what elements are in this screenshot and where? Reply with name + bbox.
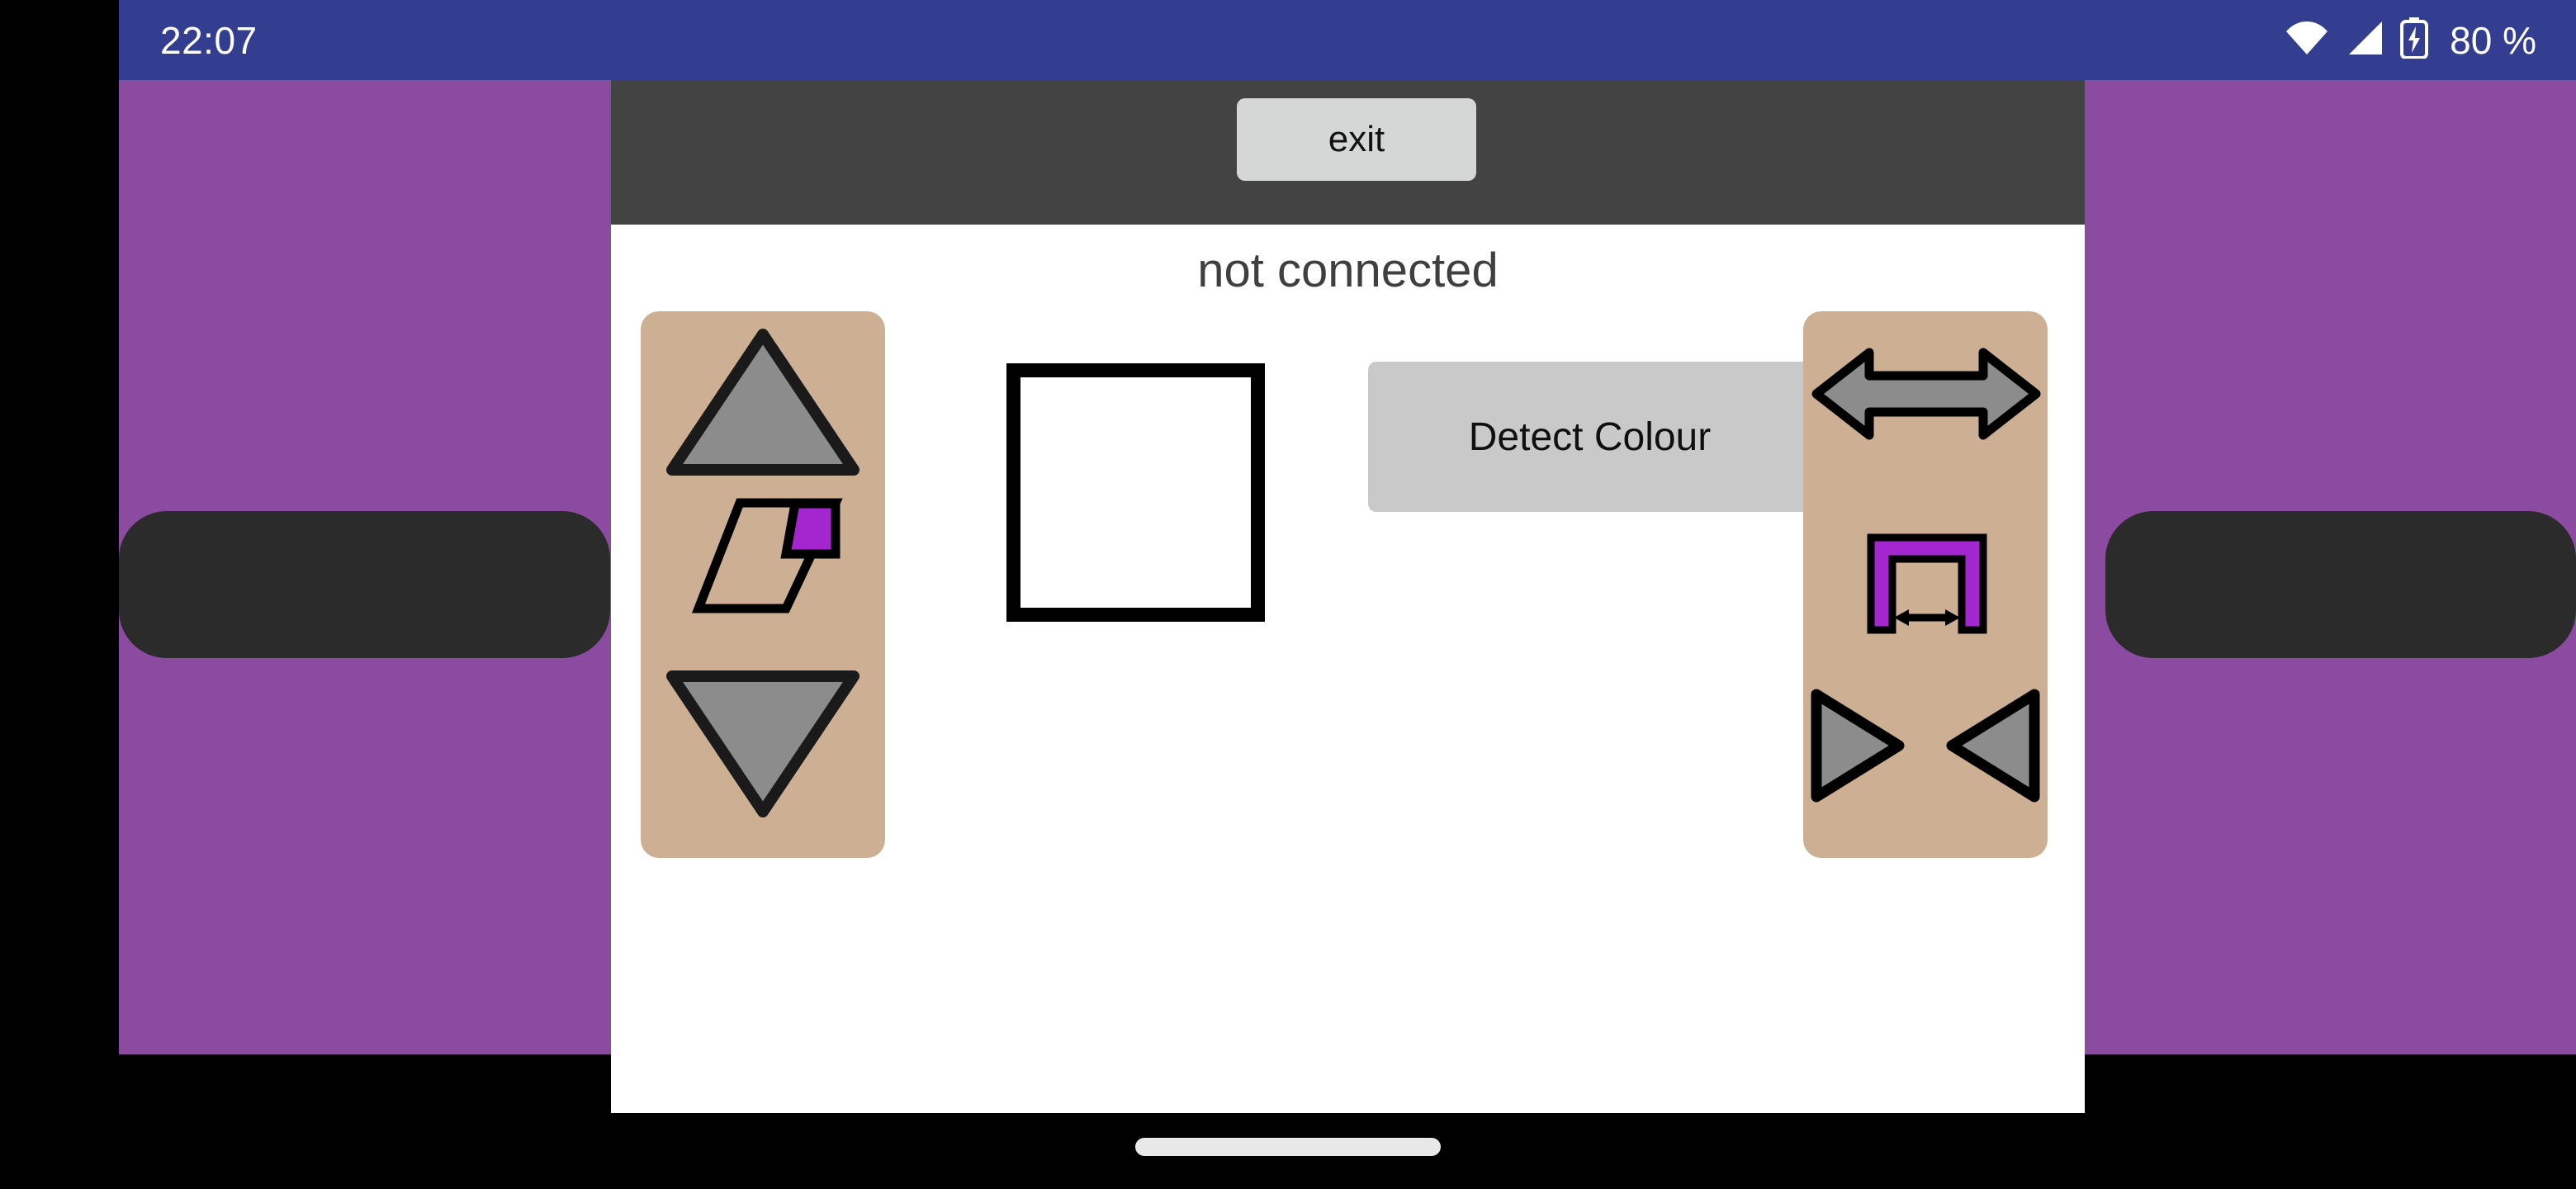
width-adjust-button[interactable] bbox=[1866, 533, 1988, 639]
exit-button[interactable]: exit bbox=[1237, 98, 1476, 181]
battery-percentage-label: 80 % bbox=[2450, 18, 2536, 62]
connection-status-label: not connected bbox=[1197, 244, 1499, 297]
gesture-navigation-bar bbox=[0, 1113, 2576, 1189]
app-toolbar: exit bbox=[611, 80, 2085, 225]
wallpaper-widget-left[interactable] bbox=[119, 511, 610, 658]
vertical-movement-panel bbox=[641, 311, 885, 858]
app-window: exit not connected Detect Colour bbox=[611, 80, 2085, 1114]
tilt-adjust-button[interactable] bbox=[690, 496, 847, 619]
detect-colour-button[interactable]: Detect Colour bbox=[1368, 362, 1811, 512]
move-up-button[interactable] bbox=[659, 320, 867, 489]
wallpaper-widget-right[interactable] bbox=[2105, 511, 2576, 658]
device-screen: 22:07 80 % exit not connected Detect Col… bbox=[0, 0, 2576, 1189]
gesture-home-pill[interactable] bbox=[1135, 1138, 1441, 1156]
battery-charging-icon bbox=[2400, 17, 2429, 63]
cellular-signal-icon bbox=[2346, 21, 2384, 59]
status-clock: 22:07 bbox=[160, 18, 258, 62]
wifi-icon bbox=[2285, 21, 2329, 59]
spread-button[interactable] bbox=[1808, 341, 2044, 451]
status-indicators: 80 % bbox=[2285, 17, 2536, 63]
rotate-right-button[interactable] bbox=[1805, 683, 1912, 812]
status-bar: 22:07 80 % bbox=[119, 0, 2576, 80]
move-down-button[interactable] bbox=[659, 661, 867, 831]
app-content: not connected Detect Colour bbox=[611, 225, 2085, 1114]
detected-colour-swatch bbox=[1006, 363, 1265, 622]
horizontal-movement-panel bbox=[1803, 311, 2048, 858]
rotate-left-button[interactable] bbox=[1939, 683, 2046, 812]
